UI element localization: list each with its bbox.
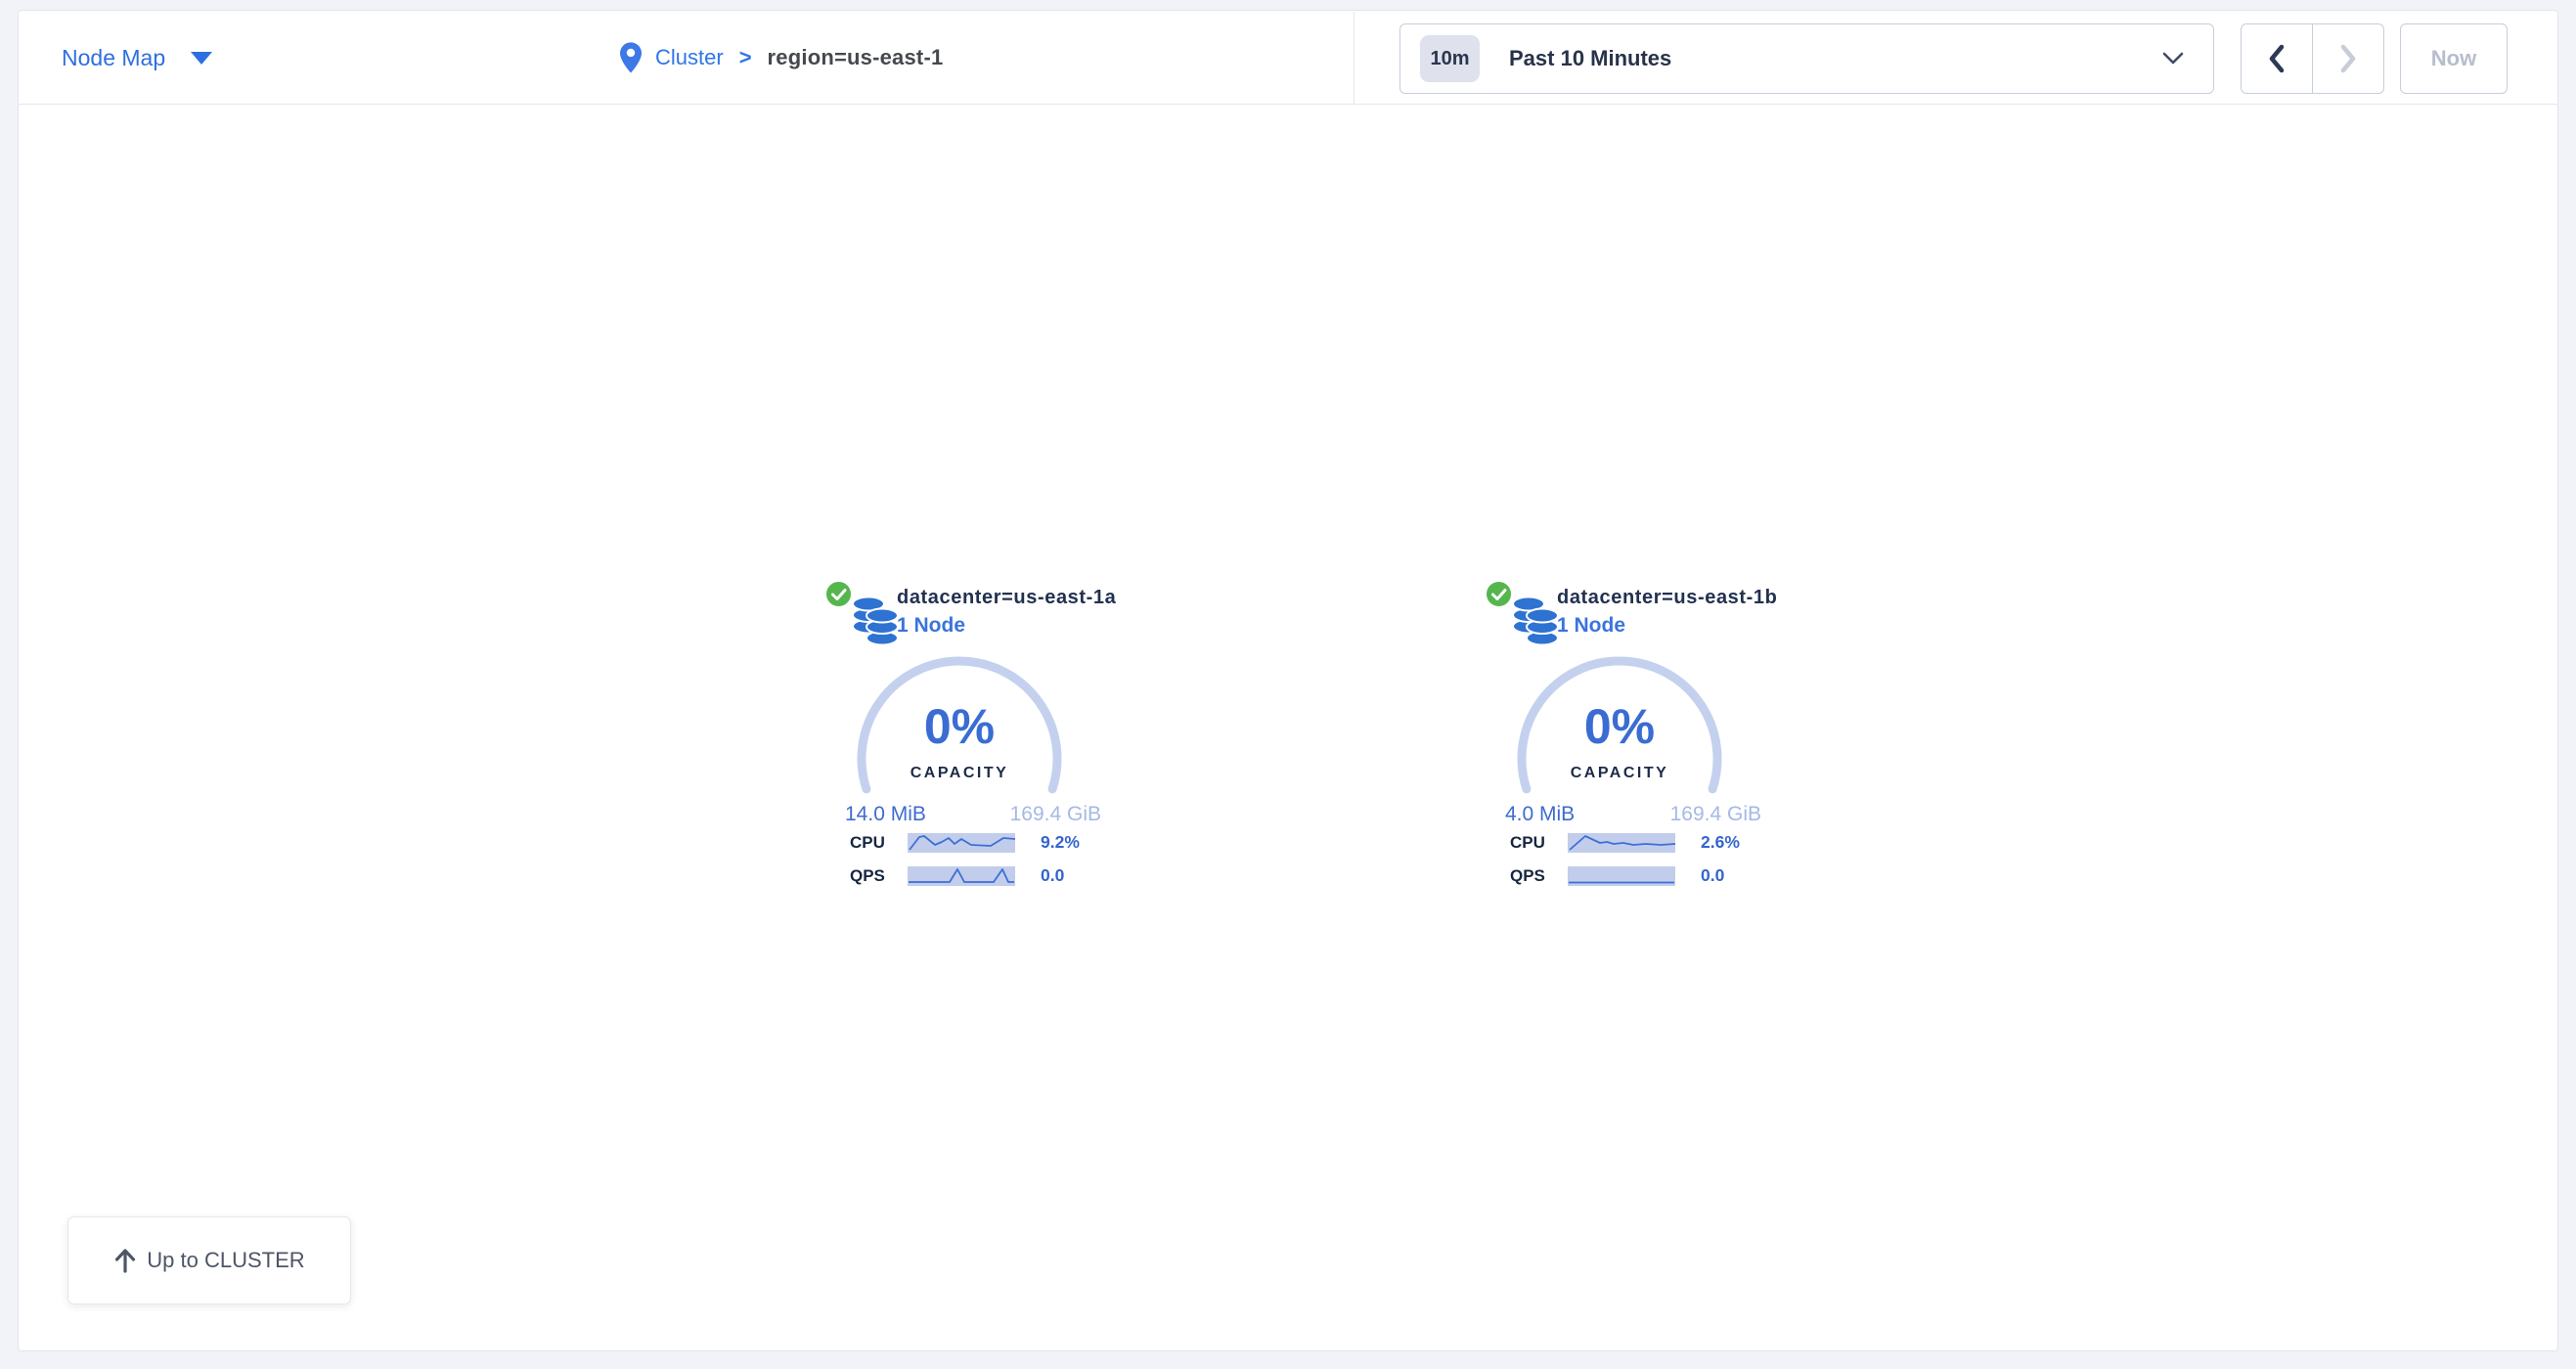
locality-card-us-east-1a[interactable]: datacenter=us-east-1a 1 Node 0% CAPACITY… bbox=[822, 573, 1160, 930]
cpu-label: CPU bbox=[850, 833, 901, 853]
location-pin-icon bbox=[620, 41, 642, 74]
now-button[interactable]: Now bbox=[2400, 23, 2508, 94]
locality-card-us-east-1b[interactable]: datacenter=us-east-1b 1 Node 0% CAPACITY… bbox=[1483, 573, 1820, 930]
time-step-back-button[interactable] bbox=[2242, 24, 2313, 93]
capacity-label: CAPACITY bbox=[1522, 765, 1717, 782]
locality-node-count: 1 Node bbox=[1557, 614, 1625, 638]
time-range-label: Past 10 Minutes bbox=[1509, 46, 1671, 71]
database-icon bbox=[849, 596, 902, 646]
breadcrumb: Cluster > region=us-east-1 bbox=[620, 11, 943, 105]
capacity-total: 169.4 GiB bbox=[1010, 803, 1101, 826]
qps-label: QPS bbox=[1510, 866, 1561, 886]
capacity-range: 14.0 MiB 169.4 GiB bbox=[845, 803, 1101, 826]
cpu-metric-row: CPU 2.6% bbox=[1510, 832, 1740, 853]
qps-value: 0.0 bbox=[1041, 865, 1064, 886]
capacity-percent: 0% bbox=[1522, 698, 1717, 755]
chevron-down-icon bbox=[2162, 52, 2184, 66]
node-map-page: Node Map Cluster > region=us-east-1 10m … bbox=[0, 0, 2576, 1369]
capacity-label: CAPACITY bbox=[862, 765, 1057, 782]
capacity-total: 169.4 GiB bbox=[1670, 803, 1761, 826]
up-to-cluster-label: Up to CLUSTER bbox=[147, 1248, 304, 1273]
cpu-metric-row: CPU 9.2% bbox=[850, 832, 1080, 853]
time-step-forward-button[interactable] bbox=[2313, 24, 2383, 93]
qps-metric-row: QPS 0.0 bbox=[1510, 865, 1724, 886]
time-range-badge: 10m bbox=[1420, 35, 1480, 82]
breadcrumb-current: region=us-east-1 bbox=[768, 45, 944, 70]
qps-label: QPS bbox=[850, 866, 901, 886]
capacity-used: 14.0 MiB bbox=[845, 803, 926, 826]
capacity-percent: 0% bbox=[862, 698, 1057, 755]
locality-name: datacenter=us-east-1a bbox=[897, 587, 1116, 609]
chevron-left-icon bbox=[2268, 44, 2286, 73]
node-map-panel: Node Map Cluster > region=us-east-1 10m … bbox=[18, 10, 2558, 1351]
view-selector-dropdown[interactable]: Node Map bbox=[62, 11, 212, 105]
header-divider bbox=[1354, 12, 1355, 104]
cpu-label: CPU bbox=[1510, 833, 1561, 853]
cpu-sparkline bbox=[908, 833, 1015, 853]
breadcrumb-cluster-link[interactable]: Cluster bbox=[655, 45, 724, 70]
qps-sparkline bbox=[908, 866, 1015, 886]
capacity-used: 4.0 MiB bbox=[1505, 803, 1575, 826]
locality-name: datacenter=us-east-1b bbox=[1557, 587, 1777, 609]
cpu-value: 9.2% bbox=[1041, 832, 1080, 853]
qps-value: 0.0 bbox=[1701, 865, 1724, 886]
qps-metric-row: QPS 0.0 bbox=[850, 865, 1064, 886]
view-selector-label: Node Map bbox=[62, 45, 165, 71]
chevron-right-icon bbox=[2339, 44, 2357, 73]
time-step-buttons bbox=[2241, 23, 2384, 94]
locality-node-count: 1 Node bbox=[897, 614, 965, 638]
capacity-range: 4.0 MiB 169.4 GiB bbox=[1505, 803, 1761, 826]
up-to-cluster-button[interactable]: Up to CLUSTER bbox=[67, 1216, 351, 1304]
caret-down-icon bbox=[191, 52, 212, 65]
qps-sparkline bbox=[1568, 866, 1675, 886]
header-bar: Node Map Cluster > region=us-east-1 10m … bbox=[19, 11, 2557, 105]
breadcrumb-separator: > bbox=[739, 45, 752, 70]
database-icon bbox=[1509, 596, 1562, 646]
cpu-sparkline bbox=[1568, 833, 1675, 853]
arrow-up-icon bbox=[113, 1247, 137, 1274]
cpu-value: 2.6% bbox=[1701, 832, 1740, 853]
time-range-dropdown[interactable]: 10m Past 10 Minutes bbox=[1399, 23, 2214, 94]
